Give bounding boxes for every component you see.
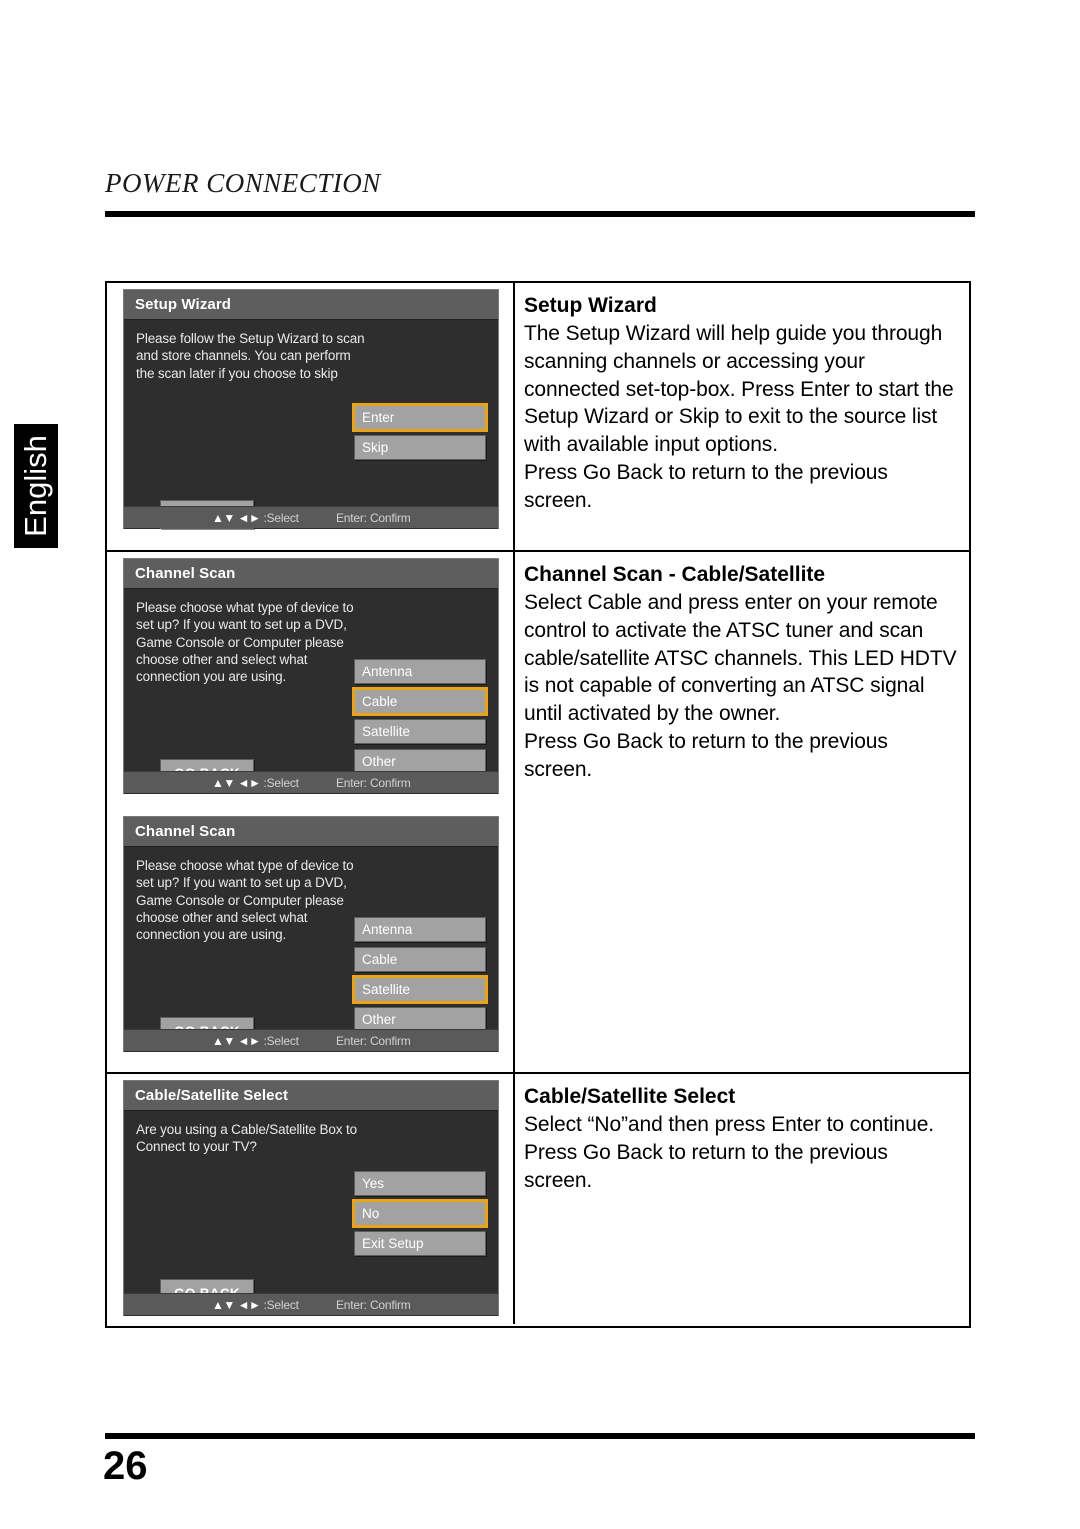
osd-option-cable[interactable]: Cable (354, 947, 486, 972)
description-body: The Setup Wizard will help guide you thr… (524, 320, 961, 515)
osd-hint-select-label: :Select (263, 775, 299, 790)
osd-option-no[interactable]: No (352, 1199, 488, 1228)
table-row: Setup Wizard Please follow the Setup Wiz… (107, 283, 969, 552)
table-row: Cable/Satellite Select Are you using a C… (107, 1074, 969, 1324)
description-heading: Channel Scan - Cable/Satellite (524, 563, 826, 586)
osd-option-list: Yes No Exit Setup (352, 1171, 488, 1261)
osd-hint-confirm: Enter: Confirm (336, 775, 411, 790)
screenshot-cell: Cable/Satellite Select Are you using a C… (107, 1074, 515, 1324)
description-paragraph: Press Go Back to return to the previous … (524, 461, 888, 513)
osd-title: Setup Wizard (135, 296, 232, 313)
osd-body: Are you using a Cable/Satellite Box to C… (124, 1111, 498, 1316)
screenshot-cell: Setup Wizard Please follow the Setup Wiz… (107, 283, 515, 550)
osd-channel-scan-satellite: Channel Scan Please choose what type of … (123, 816, 499, 1052)
osd-titlebar: Setup Wizard (124, 290, 498, 320)
osd-hint-confirm: Enter: Confirm (336, 510, 411, 525)
description-paragraph: Press Go Back to return to the previous … (524, 730, 888, 782)
page-number: 26 (103, 1444, 148, 1488)
osd-instruction-text: Please choose what type of device to set… (136, 600, 354, 685)
dpad-arrows-icon: ▲▼ ◄► (212, 1297, 261, 1312)
description-cell: Channel Scan - Cable/Satellite Select Ca… (515, 552, 969, 1072)
osd-option-list: Antenna Cable Satellite Other (352, 917, 488, 1037)
description-heading: Setup Wizard (524, 294, 657, 317)
header-divider (105, 211, 975, 217)
osd-hint-confirm: Enter: Confirm (336, 1297, 411, 1312)
description-heading: Cable/Satellite Select (524, 1085, 736, 1108)
osd-option-antenna[interactable]: Antenna (354, 659, 486, 684)
osd-footer: ▲▼ ◄► :Select Enter: Confirm (124, 1293, 498, 1315)
osd-hint-select-label: :Select (263, 1033, 299, 1048)
osd-option-satellite[interactable]: Satellite (352, 975, 488, 1004)
osd-body: Please choose what type of device to set… (124, 589, 498, 794)
description-paragraph: The Setup Wizard will help guide you thr… (524, 321, 954, 457)
osd-hint-select: ▲▼ ◄► :Select (212, 776, 299, 790)
language-tab: English (14, 424, 58, 548)
osd-channel-scan-cable: Channel Scan Please choose what type of … (123, 558, 499, 794)
osd-option-yes[interactable]: Yes (354, 1171, 486, 1196)
screenshot-cell: Channel Scan Please choose what type of … (107, 552, 515, 1072)
footer-divider (105, 1433, 975, 1439)
osd-option-list: Antenna Cable Satellite Other (352, 659, 488, 779)
osd-option-antenna[interactable]: Antenna (354, 917, 486, 942)
osd-option-list: Enter Skip (352, 403, 488, 465)
osd-instruction-text: Please follow the Setup Wizard to scan a… (136, 331, 365, 381)
osd-option-cable[interactable]: Cable (352, 687, 488, 716)
description-paragraph: Select Cable and press enter on your rem… (524, 590, 957, 726)
page-title: POWER CONNECTION (105, 168, 381, 198)
osd-instruction-text: Are you using a Cable/Satellite Box to C… (136, 1122, 357, 1155)
osd-title: Channel Scan (135, 565, 236, 582)
osd-hint-select: ▲▼ ◄► :Select (212, 1034, 299, 1048)
osd-hint-confirm: Enter: Confirm (336, 1033, 411, 1048)
table-row: Channel Scan Please choose what type of … (107, 552, 969, 1074)
dpad-arrows-icon: ▲▼ ◄► (212, 775, 261, 790)
osd-footer: ▲▼ ◄► :Select Enter: Confirm (124, 506, 498, 528)
language-tab-label: English (18, 435, 53, 537)
dpad-arrows-icon: ▲▼ ◄► (212, 510, 261, 525)
osd-option-enter[interactable]: Enter (352, 403, 488, 432)
osd-body: Please follow the Setup Wizard to scan a… (124, 320, 498, 529)
osd-option-satellite[interactable]: Satellite (354, 719, 486, 744)
description-paragraph: Select “No”and then press Enter to conti… (524, 1112, 935, 1136)
osd-hint-select: ▲▼ ◄► :Select (212, 511, 299, 525)
description-body: Select Cable and press enter on your rem… (524, 589, 961, 784)
osd-titlebar: Channel Scan (124, 817, 498, 847)
description-cell: Cable/Satellite Select Select “No”and th… (515, 1074, 969, 1324)
description-paragraph: Press Go Back to return to the previous … (524, 1140, 888, 1192)
osd-cable-satellite-select: Cable/Satellite Select Are you using a C… (123, 1080, 499, 1316)
osd-footer: ▲▼ ◄► :Select Enter: Confirm (124, 771, 498, 793)
osd-titlebar: Cable/Satellite Select (124, 1081, 498, 1111)
manual-page: POWER CONNECTION English Setup Wizard Pl… (0, 0, 1080, 1529)
description-body: Select “No”and then press Enter to conti… (524, 1111, 961, 1195)
description-cell: Setup Wizard The Setup Wizard will help … (515, 283, 969, 550)
dpad-arrows-icon: ▲▼ ◄► (212, 1033, 261, 1048)
osd-hint-select-label: :Select (263, 1297, 299, 1312)
osd-hint-select: ▲▼ ◄► :Select (212, 1298, 299, 1312)
osd-option-exit-setup[interactable]: Exit Setup (354, 1231, 486, 1256)
osd-option-skip[interactable]: Skip (354, 435, 486, 460)
content-table: Setup Wizard Please follow the Setup Wiz… (105, 281, 971, 1328)
osd-footer: ▲▼ ◄► :Select Enter: Confirm (124, 1029, 498, 1051)
osd-instruction-text: Please choose what type of device to set… (136, 858, 354, 943)
osd-setup-wizard: Setup Wizard Please follow the Setup Wiz… (123, 289, 499, 529)
osd-body: Please choose what type of device to set… (124, 847, 498, 1052)
osd-hint-select-label: :Select (263, 510, 299, 525)
osd-title: Cable/Satellite Select (135, 1087, 289, 1104)
osd-title: Channel Scan (135, 823, 236, 840)
osd-titlebar: Channel Scan (124, 559, 498, 589)
